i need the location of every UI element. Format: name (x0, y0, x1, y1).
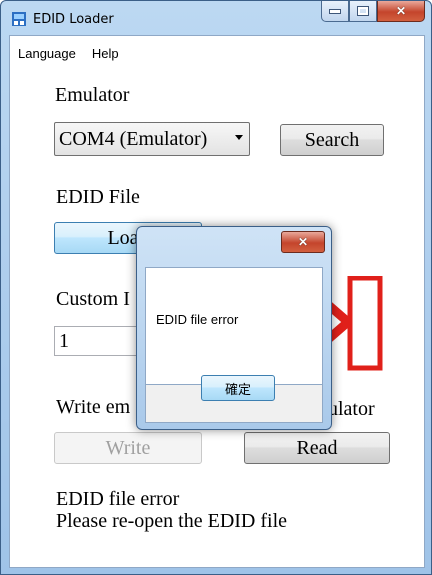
maximize-icon (357, 6, 369, 16)
status-line-2: Please re-open the EDID file (56, 510, 288, 532)
ok-button[interactable]: 確定 (201, 375, 275, 401)
search-button[interactable]: Search (280, 124, 384, 156)
close-icon: ✕ (395, 4, 407, 18)
menu-bar: Language Help (10, 36, 424, 61)
dialog-message: EDID file error (156, 312, 239, 327)
minimize-button[interactable] (321, 1, 349, 22)
edid-file-label: EDID File (56, 186, 140, 208)
port-select[interactable]: COM4 (Emulator) (54, 122, 250, 156)
write-label-right: ulator (328, 398, 375, 420)
port-select-value: COM4 (Emulator) (59, 127, 208, 150)
app-icon (12, 12, 26, 26)
chevron-down-icon (235, 135, 243, 140)
status-text: EDID file error Please re-open the EDID … (56, 488, 287, 532)
read-button[interactable]: Read (244, 432, 390, 464)
minimize-icon (329, 8, 341, 14)
maximize-button[interactable] (349, 1, 377, 22)
emulator-label: Emulator (55, 84, 130, 106)
title-bar[interactable]: EDID Loader ✕ (1, 1, 431, 35)
dialog-body: EDID file error (145, 267, 323, 385)
status-line-1: EDID file error (56, 488, 180, 510)
menu-language[interactable]: Language (10, 36, 84, 61)
error-dialog: ✕ EDID file error 確定 (136, 226, 332, 430)
write-button[interactable]: Write (54, 432, 202, 464)
custom-label: Custom I (56, 288, 130, 310)
close-icon: ✕ (297, 235, 309, 249)
dialog-close-button[interactable]: ✕ (281, 231, 325, 253)
menu-help[interactable]: Help (84, 36, 127, 61)
window-title: EDID Loader (33, 12, 114, 27)
close-button[interactable]: ✕ (377, 1, 425, 22)
write-label-left: Write em (56, 396, 131, 418)
